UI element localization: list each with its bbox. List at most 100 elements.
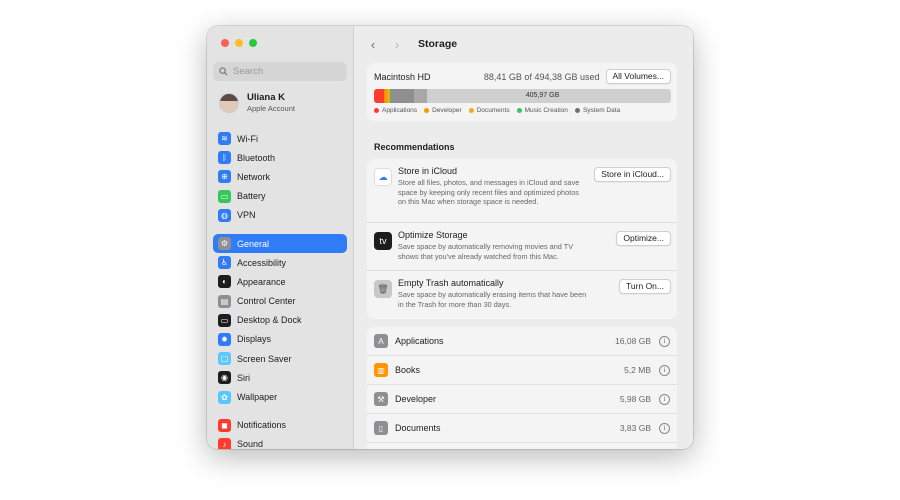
siri-icon: ◉ [218,371,231,385]
sidebar-item-label: VPN [237,210,256,221]
info-icon[interactable]: i [659,393,670,405]
wifi-icon: ≋ [218,132,231,146]
sidebar-item-bluetooth[interactable]: ᛒ Bluetooth [213,148,347,167]
settings-window: Uliana K Apple Account ≋ Wi-Fi ᛒ Bluetooth ⊕… [207,26,693,449]
apple-tv-icon: tv [374,232,392,250]
zoom-button[interactable] [249,39,257,47]
sidebar-item-control-center[interactable]: ▤ Control Center [213,292,347,311]
vpn-icon: ◍ [218,208,231,222]
storage-legend: Applications Developer Documents Music Crea… [374,107,671,114]
recommendation-item: ☁ Store in iCloud Store all files, photos,… [367,159,677,223]
account-item[interactable]: Uliana K Apple Account [219,92,295,113]
all-volumes-button[interactable]: All Volumes... [605,69,671,84]
table-row[interactable]: ▯ Documents 3,83 GB i [367,414,677,443]
legend-item: Applications [374,107,417,114]
toolbar: ‹ › Storage [354,26,693,62]
gear-icon: ⚙ [218,237,231,251]
search-icon [219,67,228,76]
sidebar-item-screen-saver[interactable]: ▢ Screen Saver [213,349,347,368]
category-size: 5,98 GB [619,394,651,404]
legend-label: Documents [476,107,510,114]
icloud-icon: ☁ [374,168,392,186]
category-name: Books [395,365,421,375]
sidebar-item-wi-fi[interactable]: ≋ Wi-Fi [213,129,347,148]
legend-label: System Data [582,107,621,114]
recommendation-description: Save space by automatically removing mov… [398,242,574,261]
sidebar-nav: ≋ Wi-Fi ᛒ Bluetooth ⊕ Network ▭ Battery ◍ VPN ⚙ Gen… [213,129,347,449]
chevron-right-icon[interactable]: › [390,37,404,52]
sidebar-item-vpn[interactable]: ◍ VPN [213,206,347,225]
sidebar-item-label: Battery [237,191,266,202]
recommendation-item: tv Optimize Storage Save space by automati… [367,223,677,271]
sidebar-item-desktop-dock[interactable]: ▭ Desktop & Dock [213,311,347,330]
minimize-button[interactable] [235,39,243,47]
documents-icon: ▯ [374,421,388,435]
sidebar-item-network[interactable]: ⊕ Network [213,167,347,186]
category-list: A Applications 16,08 GB i ▥ Books 5,2 MB i ⚒ Deve… [367,327,677,449]
sidebar-item-appearance[interactable]: ◐ Appearance [213,272,347,291]
storage-summary: Macintosh HD 88,41 GB of 494,38 GB used … [367,63,677,121]
close-button[interactable] [221,39,229,47]
info-icon[interactable]: i [659,364,670,376]
sidebar-item-label: Network [237,171,271,182]
table-row[interactable]: A Applications 16,08 GB i [367,327,677,356]
sidebar-item-accessibility[interactable]: ♿ Accessibility [213,253,347,272]
account-subtitle: Apple Account [247,104,295,113]
legend-dot [516,108,522,113]
disk-usage-text: 88,41 GB of 494,38 GB used [483,71,600,82]
window-controls [221,39,257,47]
control-center-icon: ▤ [218,294,231,308]
nav-divider [213,407,347,416]
info-icon[interactable]: i [659,422,670,434]
legend-dot [574,108,580,113]
sidebar-item-label: Control Center [237,296,296,307]
wallpaper-icon: ✿ [218,390,231,404]
legend-dot [374,108,379,113]
sidebar-item-sound[interactable]: ♪ Sound [213,435,347,449]
avatar [219,92,239,113]
sidebar-item-label: Screen Saver [237,353,292,364]
sidebar-item-wallpaper[interactable]: ✿ Wallpaper [213,387,347,406]
table-row[interactable]: ▥ Books 5,2 MB i [367,356,677,385]
sidebar-item-displays[interactable]: ✹ Displays [213,330,347,349]
sidebar-item-label: Sound [237,439,264,449]
recommendation-button[interactable]: Turn On... [619,279,671,294]
category-size: 16,08 GB [615,336,651,346]
notifications-icon: ◼ [218,418,231,432]
recommendation-button[interactable]: Store in iCloud... [594,167,671,182]
sidebar-item-label: Wallpaper [237,392,278,403]
category-size: 5,2 MB [624,365,651,375]
recommendations-card: ☁ Store in iCloud Store all files, photos,… [367,159,677,319]
chevron-left-icon[interactable]: ‹ [366,37,380,52]
category-name: Applications [395,336,444,346]
search-input[interactable] [233,66,333,77]
applications-icon: A [374,334,388,348]
appearance-icon: ◐ [218,275,231,289]
legend-label: Music Creation [524,107,568,114]
legend-label: Developer [432,107,462,114]
info-icon[interactable]: i [659,335,670,347]
account-name: Uliana K [247,92,286,103]
category-name: Developer [395,394,437,404]
sidebar-item-label: Appearance [237,276,286,287]
sidebar-item-notifications[interactable]: ◼ Notifications [213,416,347,435]
storage-bar: 405,97 GB [374,89,671,103]
developer-icon: ⚒ [374,392,388,406]
table-row[interactable]: ⚒ Developer 5,98 GB i [367,385,677,414]
sidebar-item-battery[interactable]: ▭ Battery [213,187,347,206]
desktop-dock-icon: ▭ [218,313,231,327]
network-icon: ⊕ [218,170,231,184]
legend-dot [424,108,430,113]
legend-label: Applications [382,107,418,114]
recommendation-button[interactable]: Optimize... [616,231,671,246]
sidebar-item-general[interactable]: ⚙ General [213,233,347,254]
sidebar-item-siri[interactable]: ◉ Siri [213,368,347,387]
search-field[interactable] [213,62,347,81]
legend-dot [468,108,474,113]
sidebar-item-label: Accessibility [237,257,287,268]
sidebar: Uliana K Apple Account ≋ Wi-Fi ᛒ Bluetooth ⊕… [207,26,354,449]
recommendation-description: Store all files, photos, and messages in… [398,178,580,206]
main-pane: ‹ › Storage Macintosh HD 88,41 GB of 494… [354,26,693,449]
legend-item: Developer [424,107,462,114]
legend-item: Documents [468,107,510,114]
